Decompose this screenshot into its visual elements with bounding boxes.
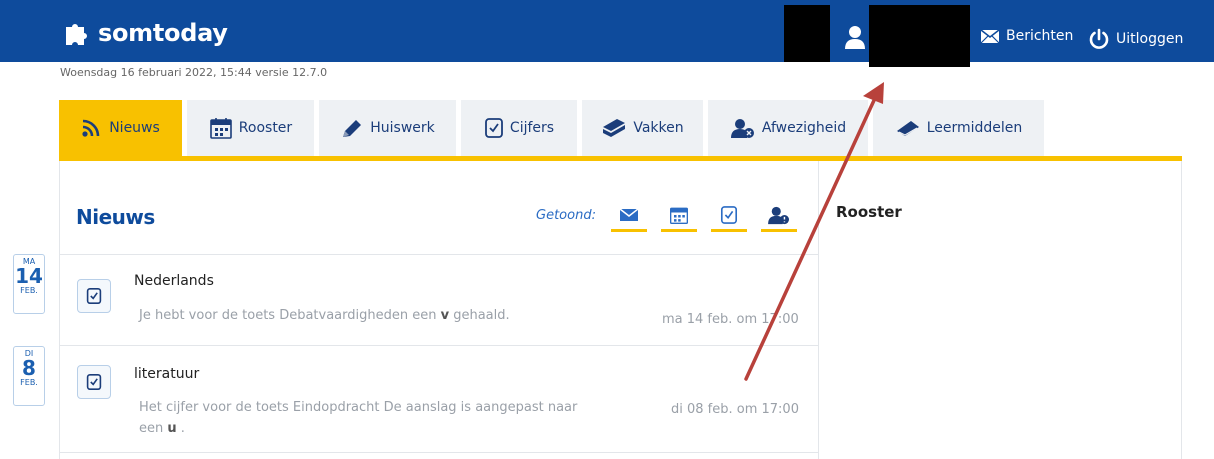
news-message[interactable]: Het cijfer voor de toets Eindopdracht De… — [139, 397, 639, 439]
grade-item-icon[interactable] — [77, 365, 111, 399]
row-divider — [59, 254, 818, 255]
logout-label: Uitloggen — [1116, 31, 1184, 47]
news-subject[interactable]: literatuur — [134, 366, 199, 382]
filter-messages-button[interactable] — [611, 200, 647, 232]
grade-check-icon — [485, 118, 503, 138]
tab-cijfers[interactable]: Cijfers — [461, 100, 577, 156]
messages-link[interactable]: Berichten — [980, 28, 1073, 44]
redacted-block — [784, 5, 830, 62]
row-divider — [59, 452, 818, 453]
somtoday-logo[interactable]: somtoday — [60, 18, 228, 48]
tab-label: Rooster — [238, 120, 293, 136]
pencil-icon — [343, 120, 362, 137]
tab-label: Vakken — [633, 120, 684, 136]
row-divider — [59, 345, 818, 346]
message-text: . — [176, 421, 185, 436]
logout-button[interactable]: Uitloggen — [1088, 28, 1183, 50]
rss-icon — [82, 119, 100, 137]
book-icon — [896, 121, 919, 136]
filter-absence-button[interactable] — [761, 200, 797, 232]
messages-label: Berichten — [1006, 28, 1074, 44]
grade-check-icon — [86, 288, 102, 304]
tab-label: Huiswerk — [370, 120, 435, 136]
badge-date: 8 — [22, 356, 36, 380]
message-text: een — [139, 421, 168, 436]
tab-vakken[interactable]: Vakken — [582, 100, 703, 156]
news-timestamp: di 08 feb. om 17:00 — [671, 402, 799, 417]
badge-date: 14 — [15, 264, 43, 288]
news-timestamp: ma 14 feb. om 17:00 — [662, 312, 799, 327]
current-date-version: Woensdag 16 februari 2022, 15:44 versie … — [60, 66, 328, 79]
date-badge: MA 14 FEB. — [13, 254, 45, 314]
filter-schedule-button[interactable] — [661, 200, 697, 232]
date-badge: DI 8 FEB. — [13, 346, 45, 406]
books-icon — [603, 119, 626, 137]
tab-rooster[interactable]: Rooster — [187, 100, 314, 156]
user-icon[interactable] — [840, 22, 870, 52]
grade-check-icon — [86, 374, 102, 390]
tab-nieuws[interactable]: Nieuws — [59, 100, 182, 156]
calendar-icon — [209, 118, 232, 139]
tab-label: Afwezigheid — [761, 120, 847, 136]
grade-value: v — [440, 308, 450, 323]
power-icon — [1089, 28, 1109, 49]
grade-check-icon — [720, 205, 738, 224]
grade-value: u — [167, 421, 177, 436]
mail-icon — [619, 207, 639, 221]
filter-grades-button[interactable] — [711, 200, 747, 232]
filter-label: Getoond: — [536, 208, 596, 223]
page-title: Nieuws — [76, 205, 155, 229]
tab-label: Cijfers — [509, 120, 555, 136]
top-header: somtoday Berichten Uitloggen — [0, 0, 1214, 67]
absence-user-icon — [768, 206, 789, 224]
puzzle-logo-icon — [66, 24, 87, 45]
grade-item-icon[interactable] — [77, 279, 111, 313]
tab-afwezigheid[interactable]: Afwezigheid — [708, 100, 868, 156]
message-text: Je hebt voor de toets Debatvaardigheden … — [139, 308, 441, 323]
brand-name: somtoday — [98, 19, 228, 47]
news-subject[interactable]: Nederlands — [134, 273, 214, 289]
news-message[interactable]: Je hebt voor de toets Debatvaardigheden … — [139, 305, 510, 326]
tab-leermiddelen[interactable]: Leermiddelen — [873, 100, 1044, 156]
calendar-icon — [670, 207, 688, 224]
tab-huiswerk[interactable]: Huiswerk — [319, 100, 456, 156]
column-divider — [818, 161, 819, 459]
absence-user-icon — [730, 119, 754, 138]
tab-label: Leermiddelen — [926, 120, 1023, 136]
badge-month: FEB. — [20, 378, 38, 387]
redacted-username — [869, 5, 970, 67]
mail-icon — [980, 28, 1000, 43]
tab-label: Nieuws — [109, 120, 160, 136]
schedule-panel-title: Rooster — [836, 203, 902, 221]
message-text: Het cijfer voor de toets Eindopdracht De… — [139, 400, 578, 415]
message-text: gehaald. — [449, 308, 510, 323]
